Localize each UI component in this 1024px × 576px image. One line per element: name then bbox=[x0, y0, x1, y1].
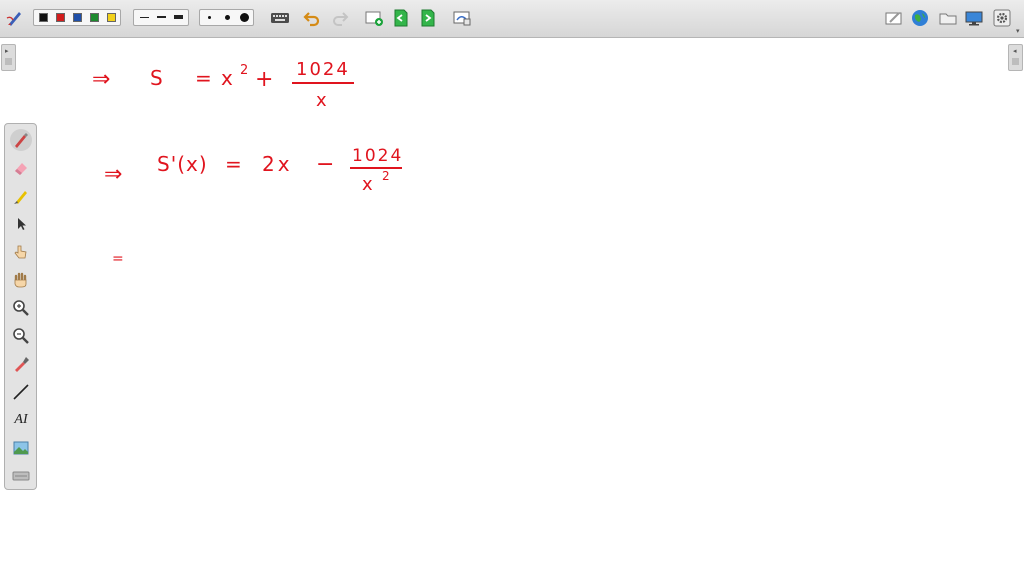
equals-sign: = bbox=[225, 152, 242, 176]
term-2x: 2x bbox=[262, 152, 293, 176]
fraction-bar bbox=[292, 82, 354, 84]
partial-equals-mark: = bbox=[112, 251, 124, 267]
line-width-thin[interactable] bbox=[140, 17, 149, 18]
board-color-icon[interactable] bbox=[883, 7, 905, 29]
equals-sign: = bbox=[195, 66, 212, 90]
top-toolbar: ▾ bbox=[0, 0, 1024, 38]
pen-color-group bbox=[33, 9, 121, 26]
pen-color-black[interactable] bbox=[39, 13, 48, 22]
denominator: x bbox=[316, 90, 327, 111]
page-prev-icon[interactable] bbox=[390, 7, 412, 29]
folder-icon[interactable] bbox=[937, 7, 959, 29]
redo-icon[interactable] bbox=[329, 7, 351, 29]
screen-capture-icon[interactable] bbox=[451, 7, 473, 29]
settings-icon[interactable] bbox=[991, 7, 1013, 29]
fraction-bar bbox=[350, 167, 402, 169]
term-x: x bbox=[221, 66, 233, 90]
line-width-medium[interactable] bbox=[157, 16, 166, 18]
point-size-small[interactable] bbox=[208, 16, 211, 19]
pen-color-yellow[interactable] bbox=[107, 13, 116, 22]
point-size-group bbox=[199, 9, 254, 26]
chevron-down-icon[interactable]: ▾ bbox=[1016, 27, 1020, 35]
point-size-medium[interactable] bbox=[225, 15, 230, 20]
new-page-icon[interactable] bbox=[363, 7, 385, 29]
globe-icon[interactable] bbox=[909, 7, 931, 29]
plus-sign: + bbox=[255, 67, 273, 92]
exponent: 2 bbox=[240, 63, 248, 78]
denominator: x bbox=[362, 174, 373, 195]
keyboard-icon[interactable] bbox=[269, 7, 291, 29]
numerator: 1024 bbox=[352, 146, 403, 166]
pen-color-blue[interactable] bbox=[73, 13, 82, 22]
pen-color-green[interactable] bbox=[90, 13, 99, 22]
implies-arrow: ⇒ bbox=[104, 162, 122, 187]
ink-layer: ⇒ S = x 2 + 1024 x ⇒ S'(x) = 2x − 1024 x… bbox=[92, 59, 403, 267]
monitor-icon[interactable] bbox=[963, 7, 985, 29]
point-size-large[interactable] bbox=[240, 13, 249, 22]
whiteboard-canvas[interactable]: ⇒ S = x 2 + 1024 x ⇒ S'(x) = 2x − 1024 x… bbox=[0, 38, 1024, 576]
pen-color-red[interactable] bbox=[56, 13, 65, 22]
exponent: 2 bbox=[382, 169, 390, 183]
minus-sign: − bbox=[316, 152, 334, 177]
variable-s: S bbox=[150, 66, 163, 90]
derivative-lhs: S'(x) bbox=[157, 152, 208, 176]
undo-icon[interactable] bbox=[301, 7, 323, 29]
numerator: 1024 bbox=[296, 59, 350, 80]
line-width-group bbox=[133, 9, 189, 26]
implies-arrow: ⇒ bbox=[92, 67, 110, 92]
pen-settings-icon[interactable] bbox=[4, 7, 26, 29]
line-width-thick[interactable] bbox=[174, 15, 183, 19]
page-next-icon[interactable] bbox=[417, 7, 439, 29]
